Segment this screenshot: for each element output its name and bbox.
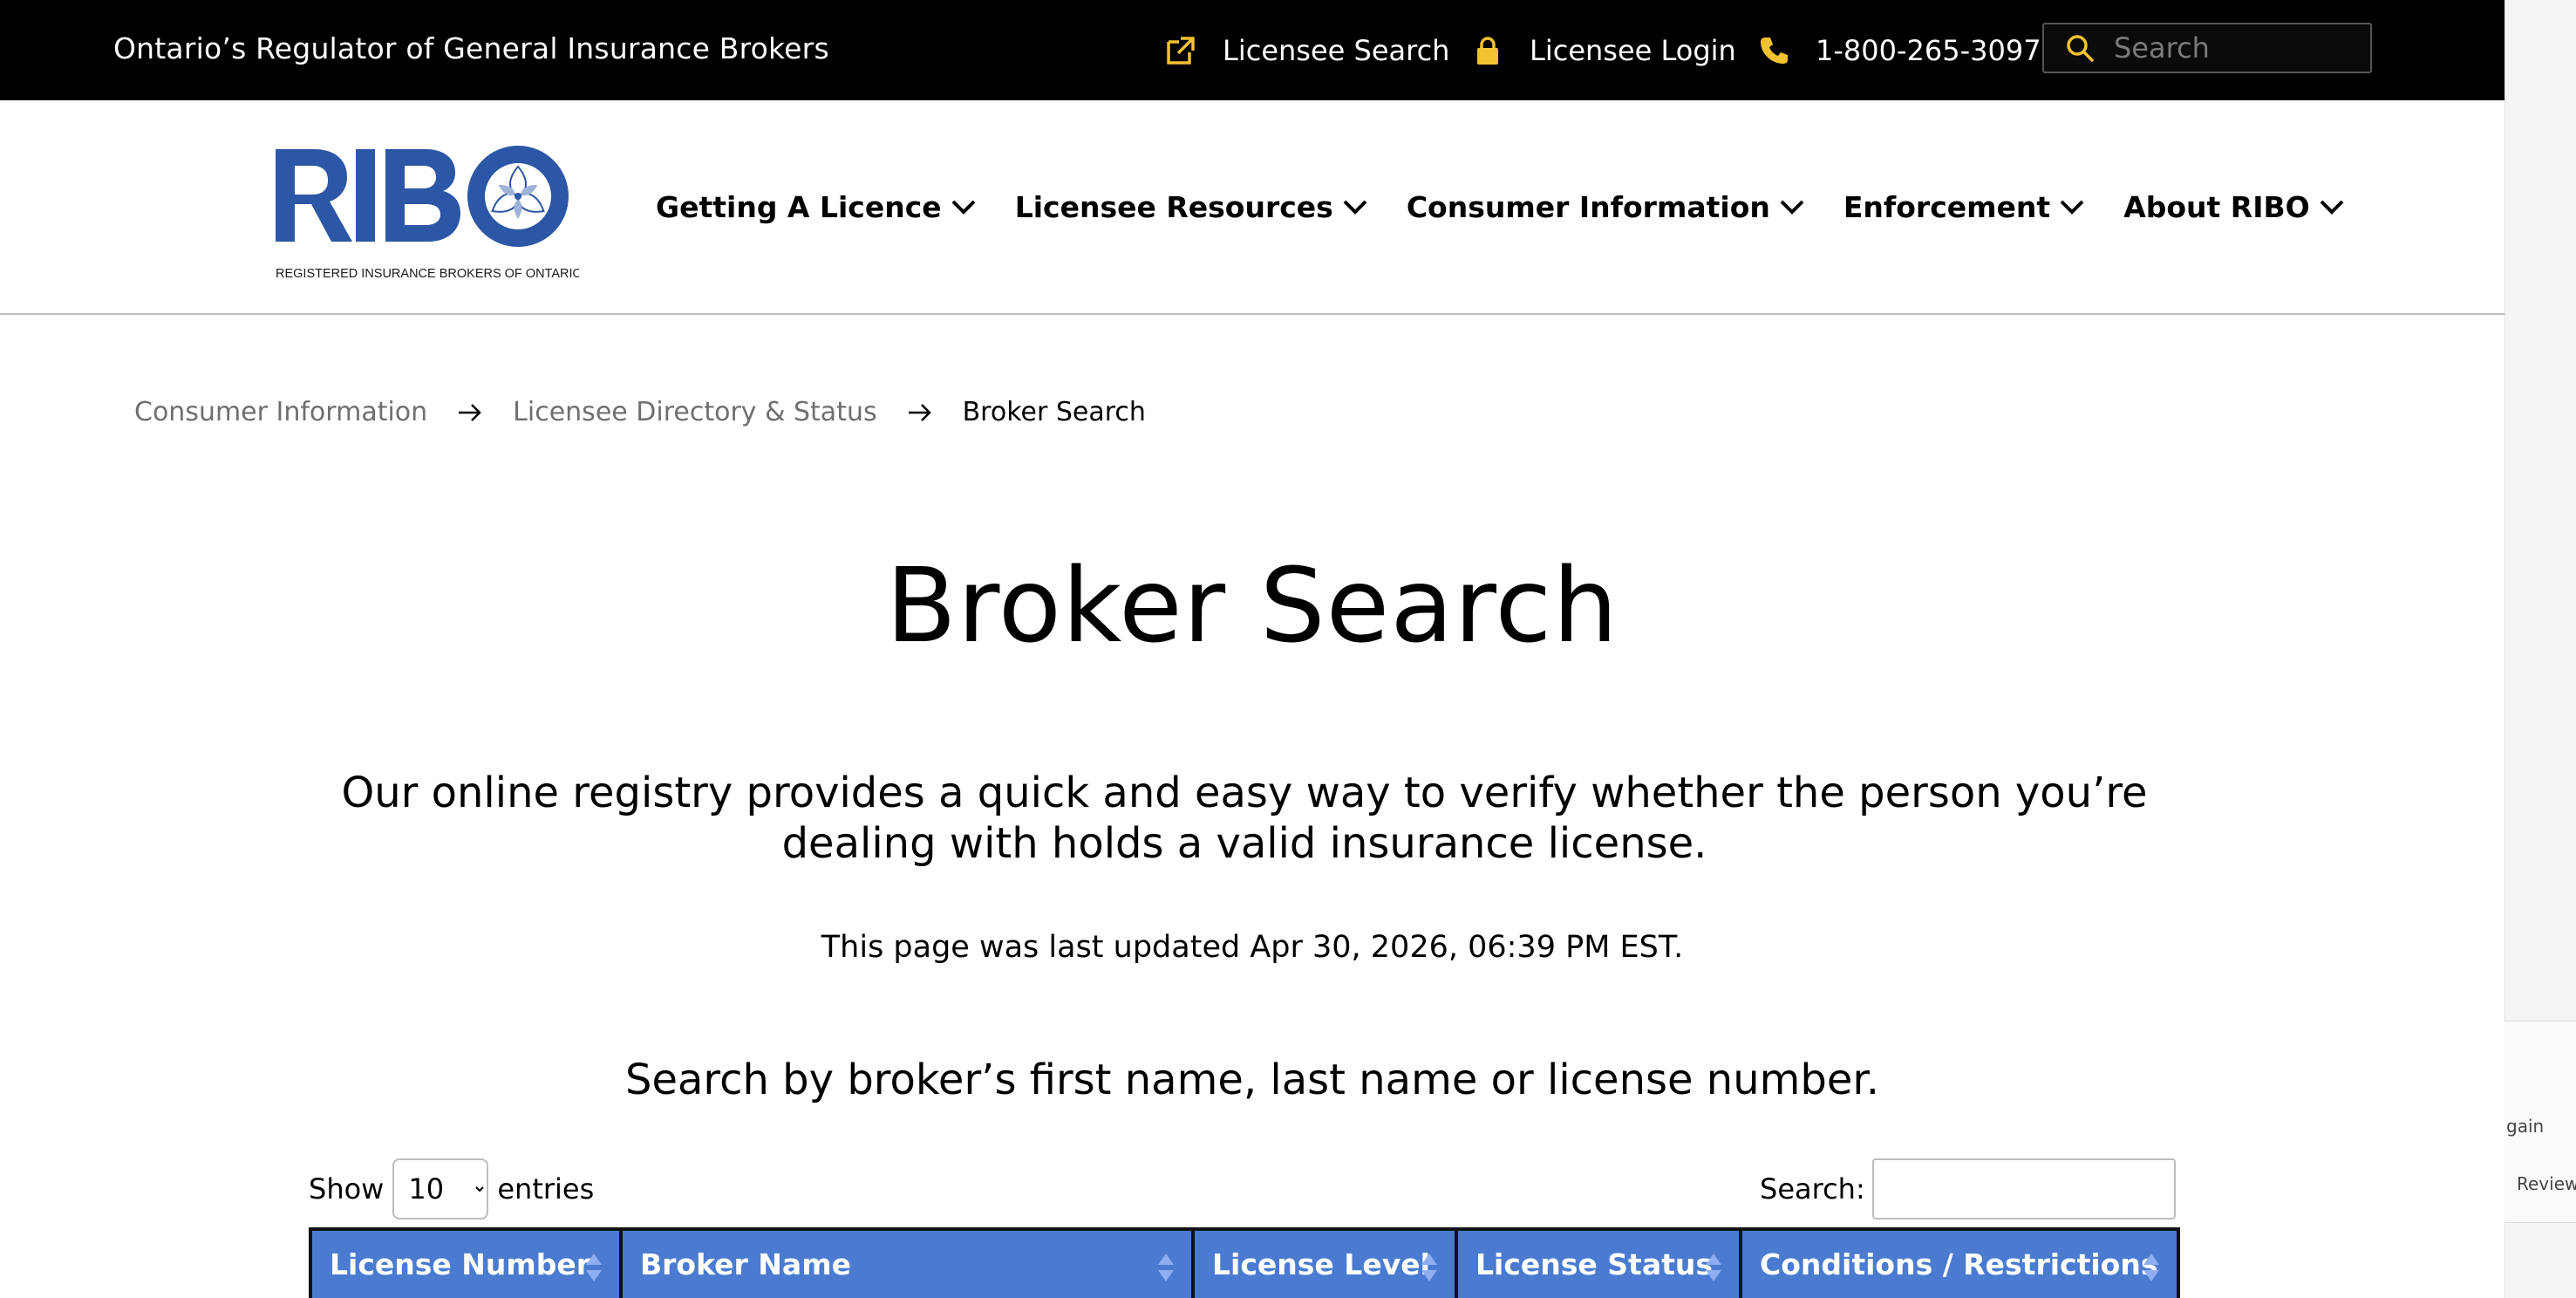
column-label: License Level	[1212, 1247, 1430, 1281]
lock-icon	[1472, 35, 1503, 66]
chevron-down-icon	[1342, 198, 1368, 215]
search-hint: Search by broker’s first name, last name…	[625, 1055, 1879, 1104]
licensee-login-label: Licensee Login	[1530, 33, 1736, 67]
sort-icon	[584, 1252, 603, 1283]
logo-subtitle: REGISTERED INSURANCE BROKERS OF ONTARIO	[276, 267, 579, 281]
site-header: REGISTERED INSURANCE BROKERS OF ONTARIO …	[0, 100, 2504, 315]
breadcrumb: Consumer Information Licensee Directory …	[134, 397, 1146, 427]
chevron-down-icon	[2059, 198, 2085, 215]
sort-icon	[2142, 1252, 2161, 1283]
table-filter: Search:	[1760, 1158, 2176, 1219]
chevron-down-icon	[951, 198, 977, 215]
licensee-search-label: Licensee Search	[1223, 33, 1450, 67]
broker-table-header: License Number Broker Name License Level…	[309, 1227, 2180, 1298]
table-search-input[interactable]	[1871, 1158, 2176, 1219]
nav-about-ribo[interactable]: About RIBO	[2123, 190, 2345, 224]
entries-select[interactable]: 10	[392, 1158, 489, 1219]
phone-link[interactable]: 1-800-265-3097	[1758, 0, 2041, 100]
last-updated: This page was last updated Apr 30, 2026,…	[821, 930, 1684, 965]
chevron-down-icon	[1779, 198, 1805, 215]
ribo-logo[interactable]: REGISTERED INSURANCE BROKERS OF ONTARIO	[274, 144, 583, 284]
site-search	[2042, 23, 2372, 73]
table-search-label: Search:	[1760, 1172, 1865, 1206]
nav-label: Enforcement	[1843, 189, 2051, 224]
side-panel-item[interactable]: gain	[2506, 1116, 2576, 1137]
column-license-number[interactable]: License Number	[312, 1231, 623, 1298]
sort-icon	[1704, 1252, 1723, 1283]
page-title: Broker Search	[885, 545, 1619, 666]
nav-label: Getting A Licence	[656, 189, 942, 224]
side-panel-review[interactable]: Review	[2517, 1173, 2576, 1194]
licensee-login-link[interactable]: Licensee Login	[1472, 0, 1736, 100]
entries-length-control: Show 10 entries	[309, 1158, 594, 1219]
entries-label: entries	[497, 1172, 595, 1206]
nav-enforcement[interactable]: Enforcement	[1843, 190, 2085, 224]
column-label: Conditions / Restrictions	[1760, 1247, 2158, 1281]
nav-consumer-information[interactable]: Consumer Information	[1407, 190, 1805, 224]
nav-label: Consumer Information	[1406, 189, 1770, 224]
column-label: License Status	[1475, 1247, 1714, 1281]
column-conditions-restrictions[interactable]: Conditions / Restrictions	[1742, 1231, 2177, 1298]
breadcrumb-current: Broker Search	[962, 397, 1146, 427]
phone-number: 1-800-265-3097	[1816, 33, 2041, 67]
chevron-down-icon	[2319, 198, 2345, 215]
search-icon[interactable]	[2065, 33, 2095, 63]
sort-icon	[1420, 1252, 1439, 1283]
breadcrumb-licensee-directory[interactable]: Licensee Directory & Status	[513, 397, 876, 427]
site-tagline: Ontario’s Regulator of General Insurance…	[113, 31, 829, 65]
nav-label: About RIBO	[2123, 189, 2310, 224]
licensee-search-link[interactable]: Licensee Search	[1165, 0, 1449, 100]
sort-icon	[1156, 1252, 1176, 1283]
top-bar: Ontario’s Regulator of General Insurance…	[0, 0, 2504, 100]
intro-text: Our online registry provides a quick and…	[341, 769, 2148, 868]
column-label: License Number	[330, 1247, 591, 1281]
side-panel-card: gain Review	[2504, 1021, 2576, 1223]
nav-licensee-resources[interactable]: Licensee Resources	[1015, 190, 1368, 224]
external-link-icon	[1165, 35, 1196, 66]
nav-getting-a-licence[interactable]: Getting A Licence	[656, 190, 977, 224]
column-license-level[interactable]: License Level	[1195, 1231, 1458, 1298]
phone-icon	[1758, 35, 1789, 66]
show-label: Show	[309, 1172, 385, 1206]
main-nav: Getting A Licence Licensee Resources Con…	[656, 100, 2383, 313]
site-search-input[interactable]	[2112, 31, 2360, 65]
column-license-status[interactable]: License Status	[1458, 1231, 1742, 1298]
column-broker-name[interactable]: Broker Name	[623, 1231, 1195, 1298]
arrow-right-icon	[907, 402, 933, 423]
arrow-right-icon	[457, 402, 483, 423]
breadcrumb-consumer-information[interactable]: Consumer Information	[134, 397, 427, 427]
nav-label: Licensee Resources	[1014, 189, 1333, 224]
column-label: Broker Name	[640, 1247, 851, 1281]
